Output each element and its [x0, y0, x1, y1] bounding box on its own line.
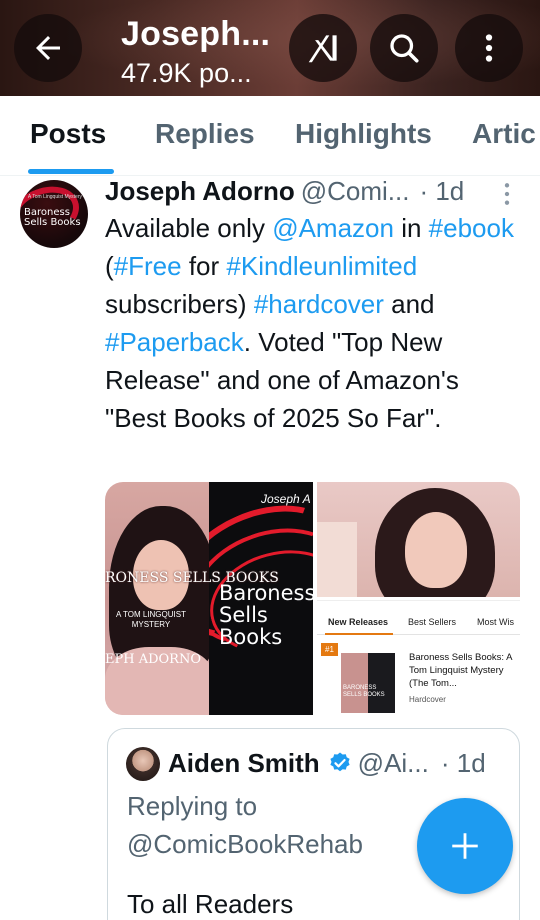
amazon-tabs: New Releases Best Sellers Most Wis	[317, 611, 520, 635]
quoted-author-avatar	[126, 747, 160, 781]
amazon-book-title: Baroness Sells Books: A Tom Lingquist My…	[409, 652, 512, 689]
tab-posts[interactable]: Posts	[30, 118, 106, 150]
search-icon	[390, 34, 419, 63]
amazon-listing-screenshot[interactable]: New Releases Best Sellers Most Wis BARON…	[317, 600, 520, 715]
amazon-tab-best-sellers: Best Sellers	[408, 617, 457, 627]
post-author-name[interactable]: Joseph Adorno	[105, 176, 295, 206]
quoted-post-header: Aiden Smith @Ai... · 1d	[168, 747, 486, 782]
tab-replies[interactable]: Replies	[155, 118, 255, 150]
amazon-book-format: Hardcover	[409, 695, 446, 704]
back-button[interactable]	[14, 14, 82, 82]
post-text-segment: Available only	[105, 213, 273, 243]
amazon-thumb-text: BARONESS SELLS BOOKS	[343, 685, 385, 698]
tab-articles[interactable]: Artic	[472, 118, 536, 150]
hashtag-paperback[interactable]: #Paperback	[105, 327, 244, 357]
verified-badge-icon	[328, 750, 352, 782]
avatar-text: Baroness Sells Books	[24, 207, 81, 228]
arrow-left-icon	[36, 36, 60, 60]
cover-author-left: EPH ADORNO	[105, 652, 201, 667]
active-tab-indicator	[28, 169, 114, 174]
post-text: Available only @Amazon in #ebook (#Free …	[105, 209, 525, 437]
cover-title-right: Baroness Sells Books	[219, 581, 313, 649]
avatar-small-text: A Tom Lingquist Mystery	[27, 194, 82, 200]
post-more-button[interactable]	[500, 181, 514, 212]
mention-amazon[interactable]: @Amazon	[272, 213, 394, 243]
cover-subtitle-left: A TOM LINGQUIST MYSTERY	[116, 610, 186, 629]
amazon-rank-badge: #1	[321, 643, 338, 656]
grok-icon	[308, 35, 337, 63]
quoted-post-text: To all Readers	[127, 889, 294, 919]
post-author-avatar[interactable]: A Tom Lingquist Mystery Baroness Sells B…	[20, 180, 88, 248]
profile-header: Joseph... 47.9K po...	[0, 0, 540, 96]
more-vertical-icon	[504, 183, 510, 205]
portrait-image[interactable]	[317, 482, 520, 597]
book-cover-image[interactable]: Joseph A RONESS SELLS BOOKS A TOM LINGQU…	[105, 482, 313, 715]
profile-tabs: Posts Replies Highlights Artic	[0, 96, 540, 176]
compose-post-button[interactable]	[417, 798, 513, 894]
quoted-author-handle: @Ai...	[357, 748, 429, 778]
search-button[interactable]	[370, 14, 438, 82]
amazon-tab-new-releases: New Releases	[328, 617, 389, 627]
amazon-book-thumbnail: BARONESS SELLS BOOKS	[341, 653, 395, 713]
post-text-segment: (	[105, 251, 114, 281]
post-author-handle[interactable]: @Comi...	[301, 176, 410, 206]
hashtag-hardcover[interactable]: #hardcover	[254, 289, 384, 319]
quoted-post-time: · 1d	[440, 748, 486, 778]
cover-title-left: RONESS SELLS BOOKS	[105, 570, 279, 586]
post-time[interactable]: · 1d	[419, 176, 464, 206]
post-text-segment: for	[181, 251, 227, 281]
post-media-grid: Joseph A RONESS SELLS BOOKS A TOM LINGQU…	[105, 482, 520, 715]
plus-icon	[452, 833, 478, 859]
more-vertical-icon	[485, 34, 493, 62]
tab-highlights[interactable]: Highlights	[295, 118, 432, 150]
post-text-segment: and	[383, 289, 435, 319]
portrait-background	[317, 522, 357, 597]
hashtag-free[interactable]: #Free	[114, 251, 182, 281]
post-text-segment: subscribers)	[105, 289, 254, 319]
grok-button[interactable]	[289, 14, 357, 82]
hashtag-kindleunlimited[interactable]: #Kindleunlimited	[226, 251, 417, 281]
replying-to-text: Replying to @ComicBookRehab	[127, 791, 363, 859]
header-post-count: 47.9K po...	[121, 58, 252, 88]
post-text-segment: in	[393, 213, 429, 243]
post-header: Joseph Adorno @Comi... · 1d	[105, 175, 464, 209]
amazon-tab-indicator	[325, 633, 393, 635]
header-name: Joseph...	[121, 15, 271, 53]
more-options-button[interactable]	[455, 14, 523, 82]
hashtag-ebook[interactable]: #ebook	[429, 213, 514, 243]
amazon-tab-most-wished: Most Wis	[477, 617, 514, 627]
header-title-block: Joseph... 47.9K po...	[121, 14, 270, 90]
quoted-author-name: Aiden Smith	[168, 748, 320, 778]
portrait-face	[405, 512, 467, 588]
cover-author-top: Joseph A	[261, 492, 311, 506]
